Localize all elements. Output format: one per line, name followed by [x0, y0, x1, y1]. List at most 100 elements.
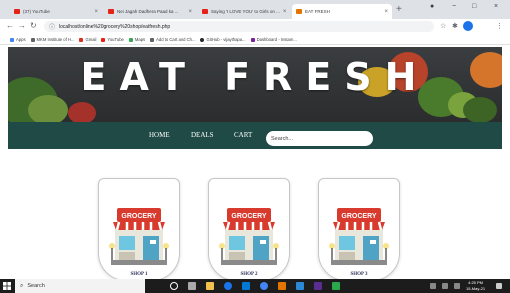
bookmark-label: Add to Cart and Ch...: [156, 37, 196, 42]
task-view-icon[interactable]: [188, 282, 196, 290]
grocery-store-icon: GROCERY: [109, 208, 169, 265]
close-icon[interactable]: ×: [94, 9, 98, 15]
bookmarks-bar: Apps MKM Institute of H... Gmail YouTube…: [0, 35, 510, 45]
shop-card[interactable]: GROCERY SHOP 2: [208, 178, 290, 281]
nav-home-link[interactable]: HOME: [149, 131, 170, 139]
volume-icon[interactable]: [442, 283, 448, 289]
file-explorer-icon[interactable]: [206, 282, 214, 290]
maps-icon: [128, 37, 133, 42]
profile-icon[interactable]: ●: [430, 3, 434, 10]
network-icon[interactable]: [430, 283, 436, 289]
tab-bar: (37) YouTube × Nei Jagah Dadhera Paad ka…: [0, 0, 510, 19]
shop-card[interactable]: GROCERY SHOP 3: [318, 178, 400, 281]
browser-tab[interactable]: (37) YouTube ×: [10, 4, 102, 19]
youtube-icon: [202, 9, 208, 14]
site-icon: [250, 37, 255, 42]
edge-icon[interactable]: [224, 282, 232, 290]
search-input[interactable]: [266, 131, 373, 146]
github-icon: [200, 37, 205, 42]
new-tab-button[interactable]: +: [396, 4, 402, 16]
windows-taskbar: ⌕ Search 4:25 PM 15-May-21: [0, 279, 510, 293]
site-icon: [150, 37, 155, 42]
taskbar-search-label: Search: [27, 283, 45, 289]
vscode-icon[interactable]: [296, 282, 304, 290]
youtube-icon: [14, 9, 20, 14]
avatar[interactable]: [463, 21, 473, 31]
battery-icon[interactable]: [454, 283, 460, 289]
bookmark-label: Apps: [16, 37, 26, 42]
url-text: localhost/online%20grocery%20shop/eatfre…: [59, 23, 171, 30]
bookmark-item[interactable]: Apps: [10, 37, 26, 42]
star-icon[interactable]: ☆: [440, 22, 446, 30]
extensions-icon[interactable]: ✱: [452, 22, 458, 30]
tab-label: EAT FRESH: [305, 9, 330, 14]
grocery-store-icon: GROCERY: [219, 208, 279, 265]
maximize-icon[interactable]: □: [472, 3, 476, 10]
address-bar-row: ← → ↻ ⓘ localhost/online%20grocery%20sho…: [0, 19, 510, 35]
store-icon[interactable]: [242, 282, 250, 290]
tab-label: Nei Jagah Dadhera Paad ka ...: [117, 9, 179, 14]
shop-sign-text: GROCERY: [231, 213, 266, 220]
grocery-store-icon: GROCERY: [329, 208, 389, 265]
main-navbar: [8, 122, 502, 149]
windows-start-icon[interactable]: [3, 282, 11, 290]
bookmark-item[interactable]: GitHub - vijaythapa...: [200, 37, 246, 42]
close-icon[interactable]: ×: [384, 9, 388, 15]
bookmark-label: MKM Institute of H...: [36, 37, 75, 42]
hero-banner: EAT FRESH: [8, 47, 502, 122]
shop-label: SHOP 1: [130, 272, 148, 277]
bookmark-item[interactable]: Gmail: [79, 37, 96, 42]
nav-deals-link[interactable]: DEALS: [191, 131, 214, 139]
cortana-icon[interactable]: [170, 282, 178, 290]
chrome-icon[interactable]: [260, 282, 268, 290]
forward-icon[interactable]: →: [18, 21, 26, 30]
bookmark-item[interactable]: MKM Institute of H...: [30, 37, 75, 42]
reload-icon[interactable]: ↻: [30, 21, 37, 30]
browser-tab[interactable]: Nei Jagah Dadhera Paad ka ... ×: [104, 4, 196, 19]
bookmark-item[interactable]: YouTube: [101, 37, 124, 42]
bookmark-label: Maps: [134, 37, 146, 42]
youtube-icon: [108, 9, 114, 14]
bookmark-item[interactable]: Dashboard - Instam...: [250, 37, 297, 42]
clock-date: 15-May-21: [466, 286, 486, 291]
shop-label: SHOP 2: [240, 272, 258, 277]
vegetable-decoration: [28, 95, 68, 122]
back-icon[interactable]: ←: [6, 21, 14, 30]
info-icon: ⓘ: [49, 25, 56, 31]
page-icon: [296, 9, 302, 14]
gmail-icon: [79, 37, 84, 42]
bookmark-label: Gmail: [85, 37, 97, 42]
browser-tab-active[interactable]: EAT FRESH ×: [292, 4, 392, 19]
menu-icon[interactable]: ⋮: [496, 22, 503, 30]
vegetable-decoration: [68, 102, 96, 122]
youtube-icon: [101, 37, 106, 42]
bookmark-item[interactable]: Maps: [128, 37, 146, 42]
page-title: EAT FRESH: [80, 55, 430, 99]
app-icon[interactable]: [332, 282, 340, 290]
taskbar-search-box[interactable]: ⌕ Search: [15, 279, 145, 293]
search-icon: ⌕: [20, 282, 24, 289]
minimize-icon[interactable]: −: [452, 3, 456, 10]
close-icon[interactable]: ×: [283, 9, 287, 15]
tab-label: Saying 'I LOVE YOU' to Girls on ...: [211, 9, 280, 14]
bookmark-label: YouTube: [107, 37, 124, 42]
bookmark-item[interactable]: Add to Cart and Ch...: [150, 37, 195, 42]
bookmark-label: Dashboard - Instam...: [256, 37, 297, 42]
nav-cart-link[interactable]: CART: [234, 131, 252, 139]
app-icon[interactable]: [314, 282, 322, 290]
browser-tab[interactable]: Saying 'I LOVE YOU' to Girls on ... ×: [198, 4, 290, 19]
clock[interactable]: 4:25 PM 15-May-21: [466, 280, 485, 292]
shop-card[interactable]: GROCERY SHOP 1: [98, 178, 180, 281]
bookmark-label: GitHub - vijaythapa...: [206, 37, 246, 42]
vegetable-decoration: [463, 97, 497, 122]
shop-sign-text: GROCERY: [341, 213, 376, 220]
notification-icon[interactable]: [496, 283, 502, 289]
window-close-icon[interactable]: ×: [494, 3, 498, 10]
site-icon: [30, 37, 35, 42]
shop-sign-text: GROCERY: [121, 213, 156, 220]
close-icon[interactable]: ×: [188, 9, 192, 15]
apps-icon: [10, 37, 14, 42]
xampp-icon[interactable]: [278, 282, 286, 290]
shop-label: SHOP 3: [350, 272, 368, 277]
url-field[interactable]: ⓘ localhost/online%20grocery%20shop/eatf…: [44, 21, 434, 32]
